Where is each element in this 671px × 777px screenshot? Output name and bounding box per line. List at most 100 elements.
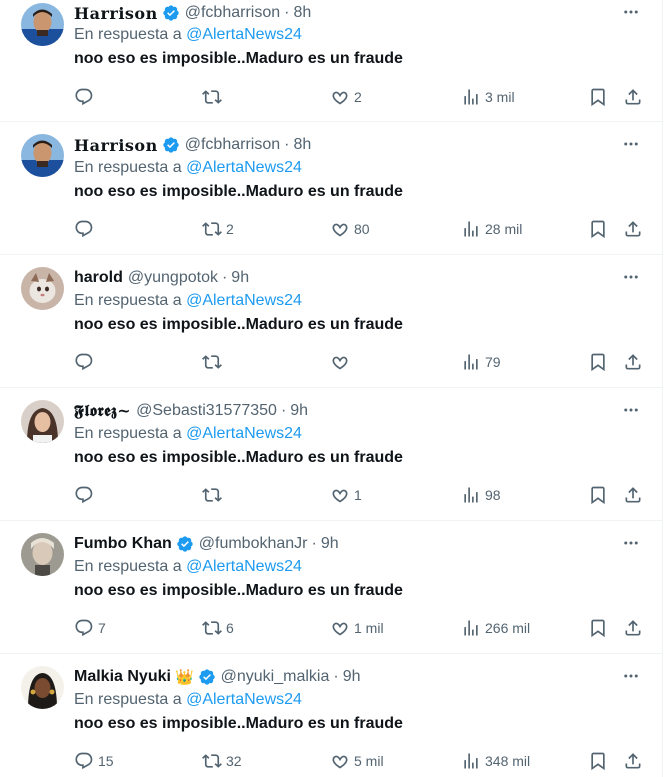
bookmark-button[interactable] — [588, 216, 608, 242]
tweet-actions: 79 — [74, 349, 651, 375]
retweet-button[interactable]: 2 — [202, 216, 234, 242]
replying-to-link[interactable]: @AlertaNews24 — [186, 159, 302, 176]
avatar[interactable] — [21, 134, 64, 177]
like-button[interactable]: 5 mil — [330, 748, 384, 774]
like-button[interactable]: 80 — [330, 216, 370, 242]
bookmark-button[interactable] — [588, 748, 608, 774]
retweet-icon — [202, 90, 222, 104]
like-button[interactable]: 1 — [330, 482, 362, 508]
user-handle[interactable]: @fumbokhanJr — [199, 535, 308, 553]
retweet-icon — [202, 754, 222, 768]
timestamp[interactable]: 8h — [293, 4, 311, 22]
replying-to-label: En respuesta a — [74, 558, 182, 575]
reply-button[interactable]: 15 — [74, 748, 114, 774]
display-name[interactable]: harold — [74, 269, 123, 287]
reply-button[interactable]: 7 — [74, 615, 106, 641]
timestamp[interactable]: 9h — [321, 535, 339, 553]
views-count: 348 mil — [485, 753, 531, 769]
reply-button[interactable] — [74, 216, 98, 242]
avatar[interactable] — [21, 400, 64, 443]
reply-icon — [75, 353, 93, 371]
timestamp[interactable]: 9h — [290, 402, 308, 420]
avatar[interactable] — [21, 666, 64, 709]
reply-button[interactable] — [74, 482, 98, 508]
tweet[interactable]: harold @yungpotok · 9h En respuesta a @A… — [0, 255, 662, 388]
replying-to-link[interactable]: @AlertaNews24 — [186, 425, 302, 442]
heart-icon — [332, 356, 348, 370]
share-button[interactable] — [623, 748, 643, 774]
replying-to: En respuesta a @AlertaNews24 — [74, 292, 302, 310]
views-icon — [464, 89, 478, 105]
share-button[interactable] — [623, 216, 643, 242]
timestamp[interactable]: 9h — [231, 269, 249, 287]
display-name[interactable]: 𝕱𝖑𝖔𝖗𝖊𝖟~ — [74, 401, 131, 421]
views-button[interactable]: 98 — [461, 482, 501, 508]
bookmark-button[interactable] — [588, 349, 608, 375]
share-button[interactable] — [623, 482, 643, 508]
avatar[interactable] — [21, 267, 64, 310]
share-icon — [625, 89, 641, 105]
views-button[interactable]: 28 mil — [461, 216, 522, 242]
retweet-icon — [202, 355, 222, 369]
share-button[interactable] — [623, 84, 643, 110]
more-icon[interactable] — [621, 666, 641, 686]
tweet-actions: 7 6 1 mil 266 mil — [74, 615, 651, 641]
retweet-button[interactable]: 32 — [202, 748, 242, 774]
timestamp[interactable]: 8h — [293, 136, 311, 154]
retweet-button[interactable] — [202, 84, 226, 110]
bookmark-button[interactable] — [588, 482, 608, 508]
views-button[interactable]: 79 — [461, 349, 501, 375]
more-icon[interactable] — [621, 400, 641, 420]
display-name[interactable]: Malkia Nyuki — [74, 668, 171, 686]
more-icon[interactable] — [621, 2, 641, 22]
replying-to-link[interactable]: @AlertaNews24 — [186, 691, 302, 708]
retweet-icon — [202, 222, 222, 236]
bookmark-button[interactable] — [588, 84, 608, 110]
avatar[interactable] — [21, 3, 64, 46]
tweet[interactable]: Harrison @fcbharrison · 8h En respuesta … — [0, 0, 662, 122]
tweet[interactable]: Fumbo Khan @fumbokhanJr · 9h En respuest… — [0, 521, 662, 654]
views-button[interactable]: 3 mil — [461, 84, 515, 110]
replying-to-link[interactable]: @AlertaNews24 — [186, 292, 302, 309]
retweet-button[interactable] — [202, 482, 226, 508]
replying-to-link[interactable]: @AlertaNews24 — [186, 558, 302, 575]
tweet[interactable]: 𝕱𝖑𝖔𝖗𝖊𝖟~ @Sebasti31577350 · 9h En respues… — [0, 388, 662, 521]
user-handle[interactable]: @fcbharrison — [185, 136, 280, 154]
share-button[interactable] — [623, 349, 643, 375]
like-button[interactable]: 1 mil — [330, 615, 384, 641]
more-icon[interactable] — [621, 533, 641, 553]
like-button[interactable] — [330, 349, 354, 375]
retweet-button[interactable]: 6 — [202, 615, 234, 641]
verified-badge-icon — [162, 136, 180, 154]
like-button[interactable]: 2 — [330, 84, 362, 110]
user-handle[interactable]: @fcbharrison — [185, 4, 280, 22]
timestamp[interactable]: 9h — [343, 668, 361, 686]
replying-to: En respuesta a @AlertaNews24 — [74, 26, 302, 44]
reply-button[interactable] — [74, 349, 98, 375]
avatar[interactable] — [21, 533, 64, 576]
more-icon[interactable] — [621, 267, 641, 287]
bookmark-button[interactable] — [588, 615, 608, 641]
display-name[interactable]: Harrison — [74, 136, 158, 155]
share-icon — [625, 221, 641, 237]
replying-to-link[interactable]: @AlertaNews24 — [186, 26, 302, 43]
views-icon — [464, 620, 478, 636]
retweet-button[interactable] — [202, 349, 226, 375]
tweet-actions: 15 32 5 mil 348 mil — [74, 748, 651, 774]
views-button[interactable]: 348 mil — [461, 748, 530, 774]
tweet[interactable]: Harrison @fcbharrison · 8h En respuesta … — [0, 122, 662, 255]
separator-dot: · — [284, 4, 290, 21]
bookmark-icon — [591, 619, 605, 638]
display-name[interactable]: Fumbo Khan — [74, 535, 172, 553]
share-button[interactable] — [623, 615, 643, 641]
more-icon[interactable] — [621, 134, 641, 154]
user-handle[interactable]: @yungpotok — [128, 269, 218, 287]
replying-to: En respuesta a @AlertaNews24 — [74, 558, 302, 576]
display-name[interactable]: Harrison — [74, 4, 158, 23]
reply-button[interactable] — [74, 84, 98, 110]
user-handle[interactable]: @Sebasti31577350 — [136, 402, 277, 420]
heart-icon — [332, 223, 348, 237]
user-handle[interactable]: @nyuki_malkia — [221, 668, 330, 686]
tweet[interactable]: Malkia Nyuki 👑 @nyuki_malkia · 9h En res… — [0, 654, 662, 777]
views-button[interactable]: 266 mil — [461, 615, 530, 641]
